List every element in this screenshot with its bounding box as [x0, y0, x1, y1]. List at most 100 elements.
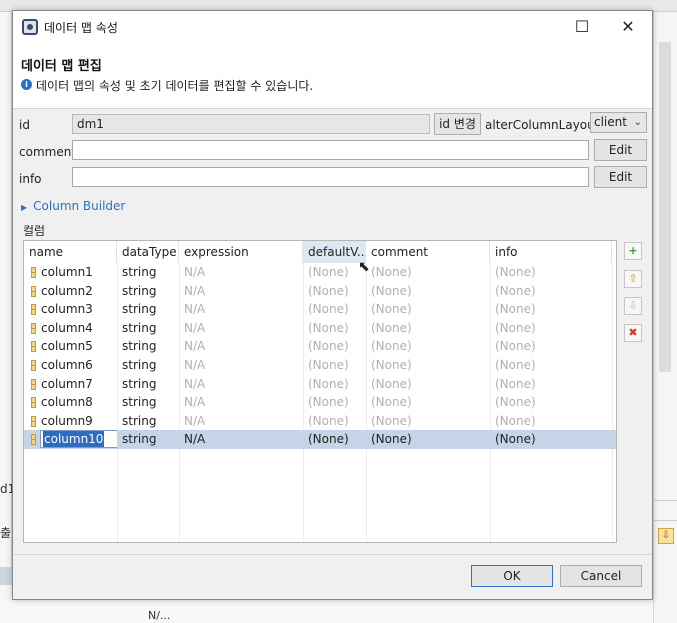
header-datatype[interactable]: dataType [117, 241, 179, 263]
cell-expression[interactable]: N/A [179, 263, 303, 282]
down-arrow-icon[interactable]: ⇩ [658, 528, 674, 544]
cell-comment[interactable]: (None) [366, 375, 490, 394]
cell-expression[interactable]: N/A [179, 375, 303, 394]
cell-name[interactable]: column2 [24, 282, 117, 301]
table-row[interactable]: column2 string N/A (None) (None) (None) [24, 282, 616, 301]
move-up-icon[interactable]: ⇧ [624, 270, 642, 288]
cell-defaultvalue[interactable]: (None) [303, 263, 366, 282]
cell-info[interactable]: (None) [490, 356, 612, 375]
table-row[interactable]: column8 string N/A (None) (None) (None) [24, 393, 616, 412]
cell-name[interactable]: column6 [24, 356, 117, 375]
cell-datatype[interactable]: string [117, 430, 179, 449]
cell-expression[interactable]: N/A [179, 319, 303, 338]
cell-datatype[interactable]: string [117, 319, 179, 338]
cell-defaultvalue[interactable]: (None) [303, 412, 366, 431]
cell-datatype[interactable]: string [117, 263, 179, 282]
cell-expression[interactable]: N/A [179, 356, 303, 375]
cell-comment[interactable]: (None) [366, 319, 490, 338]
cell-datatype[interactable]: string [117, 412, 179, 431]
header-comment[interactable]: comment [366, 241, 490, 263]
cell-expression[interactable]: N/A [179, 300, 303, 319]
name-edit-input[interactable]: column10 [40, 430, 117, 449]
cell-name[interactable]: column10 [24, 430, 117, 449]
cell-expression[interactable]: N/A [179, 393, 303, 412]
table-row[interactable]: column7 string N/A (None) (None) (None) [24, 375, 616, 394]
cell-info[interactable]: (None) [490, 263, 612, 282]
cell-datatype[interactable]: string [117, 282, 179, 301]
cell-expression[interactable]: N/A [179, 412, 303, 431]
table-row[interactable]: column10 string N/A (None) (None) (None) [24, 430, 616, 449]
cell-info[interactable]: (None) [490, 319, 612, 338]
cell-name[interactable]: column5 [24, 337, 117, 356]
cell-info[interactable]: (None) [490, 337, 612, 356]
ok-button[interactable]: OK [471, 565, 553, 587]
header-info[interactable]: info [490, 241, 612, 263]
info-field[interactable] [72, 167, 589, 187]
cell-datatype[interactable]: string [117, 300, 179, 319]
cell-comment[interactable]: (None) [366, 412, 490, 431]
cell-name[interactable]: column9 [24, 412, 117, 431]
cell-comment[interactable]: (None) [366, 337, 490, 356]
close-button[interactable]: ✕ [606, 11, 650, 43]
cell-datatype[interactable]: string [117, 375, 179, 394]
cell-datatype[interactable]: string [117, 356, 179, 375]
cell-comment[interactable]: (None) [366, 263, 490, 282]
column-icon [31, 397, 36, 409]
cell-expression[interactable]: N/A [179, 430, 303, 449]
cell-info[interactable]: (None) [490, 412, 612, 431]
divider [654, 520, 677, 521]
id-change-button[interactable]: id 변경 [434, 113, 481, 135]
cell-datatype[interactable]: string [117, 393, 179, 412]
cell-name[interactable]: column7 [24, 375, 117, 394]
column-name-text: column8 [41, 395, 93, 410]
header-title: 데이터 맵 편집 [21, 59, 102, 74]
cell-info[interactable]: (None) [490, 375, 612, 394]
cell-comment[interactable]: (None) [366, 300, 490, 319]
cell-defaultvalue[interactable]: (None) [303, 393, 366, 412]
cell-defaultvalue[interactable]: (None) [303, 356, 366, 375]
cell-defaultvalue[interactable]: (None) [303, 300, 366, 319]
cell-name[interactable]: column1 [24, 263, 117, 282]
add-column-icon[interactable]: + [624, 242, 642, 260]
cell-comment[interactable]: (None) [366, 393, 490, 412]
move-down-icon[interactable]: ⇩ [624, 297, 642, 315]
data-map-properties-dialog: 데이터 맵 속성 ☐ ✕ 데이터 맵 편집 i 데이터 맵의 속성 및 초기 데… [12, 10, 653, 600]
cell-comment[interactable]: (None) [366, 430, 490, 449]
cell-name[interactable]: column3 [24, 300, 117, 319]
comment-edit-button[interactable]: Edit [594, 139, 647, 161]
cell-expression[interactable]: N/A [179, 337, 303, 356]
table-row[interactable]: column3 string N/A (None) (None) (None) [24, 300, 616, 319]
cell-name[interactable]: column8 [24, 393, 117, 412]
cell-info[interactable]: (None) [490, 430, 612, 449]
delete-icon[interactable]: ✖ [624, 324, 642, 342]
table-row[interactable]: column6 string N/A (None) (None) (None) [24, 356, 616, 375]
cell-comment[interactable]: (None) [366, 356, 490, 375]
info-edit-button[interactable]: Edit [594, 166, 647, 188]
cell-info[interactable]: (None) [490, 282, 612, 301]
header-name[interactable]: name [24, 241, 117, 263]
cell-defaultvalue[interactable]: (None) [303, 319, 366, 338]
table-row[interactable]: column1 string N/A (None) (None) (None) [24, 263, 616, 282]
ide-scrollbar[interactable] [659, 42, 671, 372]
maximize-button[interactable]: ☐ [560, 11, 604, 43]
cell-defaultvalue[interactable]: (None) [303, 375, 366, 394]
cell-defaultvalue[interactable]: (None) [303, 430, 366, 449]
table-row[interactable]: column5 string N/A (None) (None) (None) [24, 337, 616, 356]
cell-expression[interactable]: N/A [179, 282, 303, 301]
cell-defaultvalue[interactable]: (None) [303, 282, 366, 301]
table-row[interactable]: column9 string N/A (None) (None) (None) [24, 412, 616, 431]
cell-info[interactable]: (None) [490, 300, 612, 319]
header-defaultvalue[interactable]: defaultV... [303, 241, 366, 263]
alter-column-layout-select[interactable]: client ⌄ [590, 112, 647, 133]
comment-field[interactable] [72, 140, 589, 160]
cell-defaultvalue[interactable]: (None) [303, 337, 366, 356]
column-builder-toggle[interactable]: ▶ Column Builder [21, 199, 125, 213]
cell-datatype[interactable]: string [117, 337, 179, 356]
cell-name[interactable]: column4 [24, 319, 117, 338]
header-expression[interactable]: expression [179, 241, 303, 263]
cell-comment[interactable]: (None) [366, 282, 490, 301]
cell-info[interactable]: (None) [490, 393, 612, 412]
id-field[interactable]: dm1 [72, 114, 430, 134]
table-row[interactable]: column4 string N/A (None) (None) (None) [24, 319, 616, 338]
cancel-button[interactable]: Cancel [560, 565, 642, 587]
